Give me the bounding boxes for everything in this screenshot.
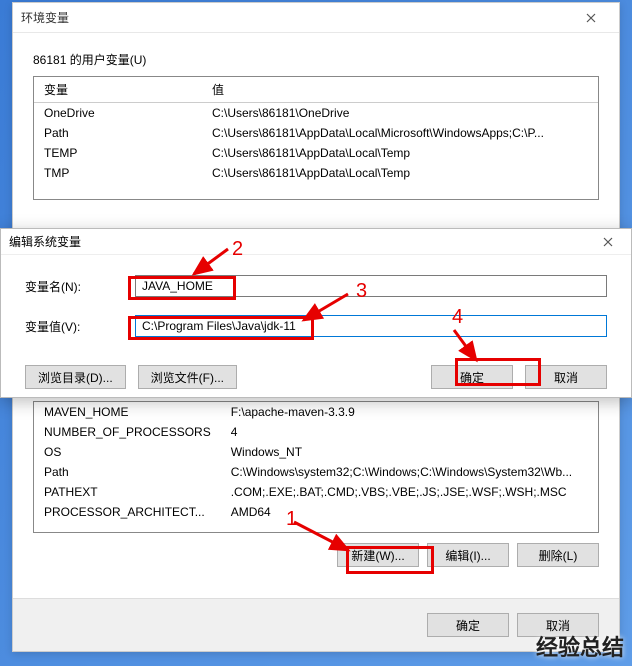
main-ok-button[interactable]: 确定 <box>427 613 509 637</box>
close-icon[interactable] <box>593 229 623 255</box>
system-btn-row: 新建(W)... 编辑(I)... 删除(L) <box>33 533 599 577</box>
main-window-title: 环境变量 <box>21 9 69 26</box>
var-name-input[interactable] <box>135 275 607 297</box>
table-row[interactable]: TEMPC:\Users\86181\AppData\Local\Temp <box>34 143 598 163</box>
table-row[interactable]: PROCESSOR_ARCHITECT...AMD64 <box>34 502 598 522</box>
table-row[interactable]: MAVEN_HOMEF:\apache-maven-3.3.9 <box>34 402 598 422</box>
edit-ok-button[interactable]: 确定 <box>431 365 513 389</box>
browse-file-button[interactable]: 浏览文件(F)... <box>138 365 237 389</box>
var-value-label: 变量值(V): <box>25 318 135 335</box>
close-icon[interactable] <box>571 5 611 31</box>
user-col-val[interactable]: 值 <box>202 77 598 103</box>
edit-titlebar: 编辑系统变量 <box>1 229 631 255</box>
system-vars-table[interactable]: MAVEN_HOMEF:\apache-maven-3.3.9 NUMBER_O… <box>33 401 599 533</box>
var-value-row: 变量值(V): <box>25 315 607 337</box>
edit-dialog-title: 编辑系统变量 <box>9 233 81 250</box>
var-name-row: 变量名(N): <box>25 275 607 297</box>
new-system-var-button[interactable]: 新建(W)... <box>337 543 419 567</box>
edit-system-var-dialog: 编辑系统变量 变量名(N): 变量值(V): 浏览目录(D)... 浏览文件(F… <box>0 228 632 398</box>
table-row[interactable]: PathC:\Windows\system32;C:\Windows;C:\Wi… <box>34 462 598 482</box>
user-vars-label: 86181 的用户变量(U) <box>33 51 599 68</box>
table-row[interactable]: OneDriveC:\Users\86181\OneDrive <box>34 103 598 124</box>
delete-system-var-button[interactable]: 删除(L) <box>517 543 599 567</box>
edit-cancel-button[interactable]: 取消 <box>525 365 607 389</box>
browse-dir-button[interactable]: 浏览目录(D)... <box>25 365 126 389</box>
table-row[interactable]: PATHEXT.COM;.EXE;.BAT;.CMD;.VBS;.VBE;.JS… <box>34 482 598 502</box>
system-vars-area: MAVEN_HOMEF:\apache-maven-3.3.9 NUMBER_O… <box>33 401 599 577</box>
main-content: 86181 的用户变量(U) 变量 值 OneDriveC:\Users\861… <box>13 33 619 210</box>
main-titlebar: 环境变量 <box>13 3 619 33</box>
edit-system-var-button[interactable]: 编辑(I)... <box>427 543 509 567</box>
var-name-label: 变量名(N): <box>25 278 135 295</box>
table-row[interactable]: TMPC:\Users\86181\AppData\Local\Temp <box>34 163 598 183</box>
table-row[interactable]: NUMBER_OF_PROCESSORS4 <box>34 422 598 442</box>
edit-btn-row: 浏览目录(D)... 浏览文件(F)... 确定 取消 <box>1 365 631 401</box>
var-value-input[interactable] <box>135 315 607 337</box>
main-footer: 确定 取消 <box>13 598 619 651</box>
table-row[interactable]: OSWindows_NT <box>34 442 598 462</box>
edit-body: 变量名(N): 变量值(V): <box>1 255 631 365</box>
user-col-var[interactable]: 变量 <box>34 77 202 103</box>
table-row[interactable]: PathC:\Users\86181\AppData\Local\Microso… <box>34 123 598 143</box>
user-vars-table[interactable]: 变量 值 OneDriveC:\Users\86181\OneDrive Pat… <box>33 76 599 200</box>
main-cancel-button[interactable]: 取消 <box>517 613 599 637</box>
